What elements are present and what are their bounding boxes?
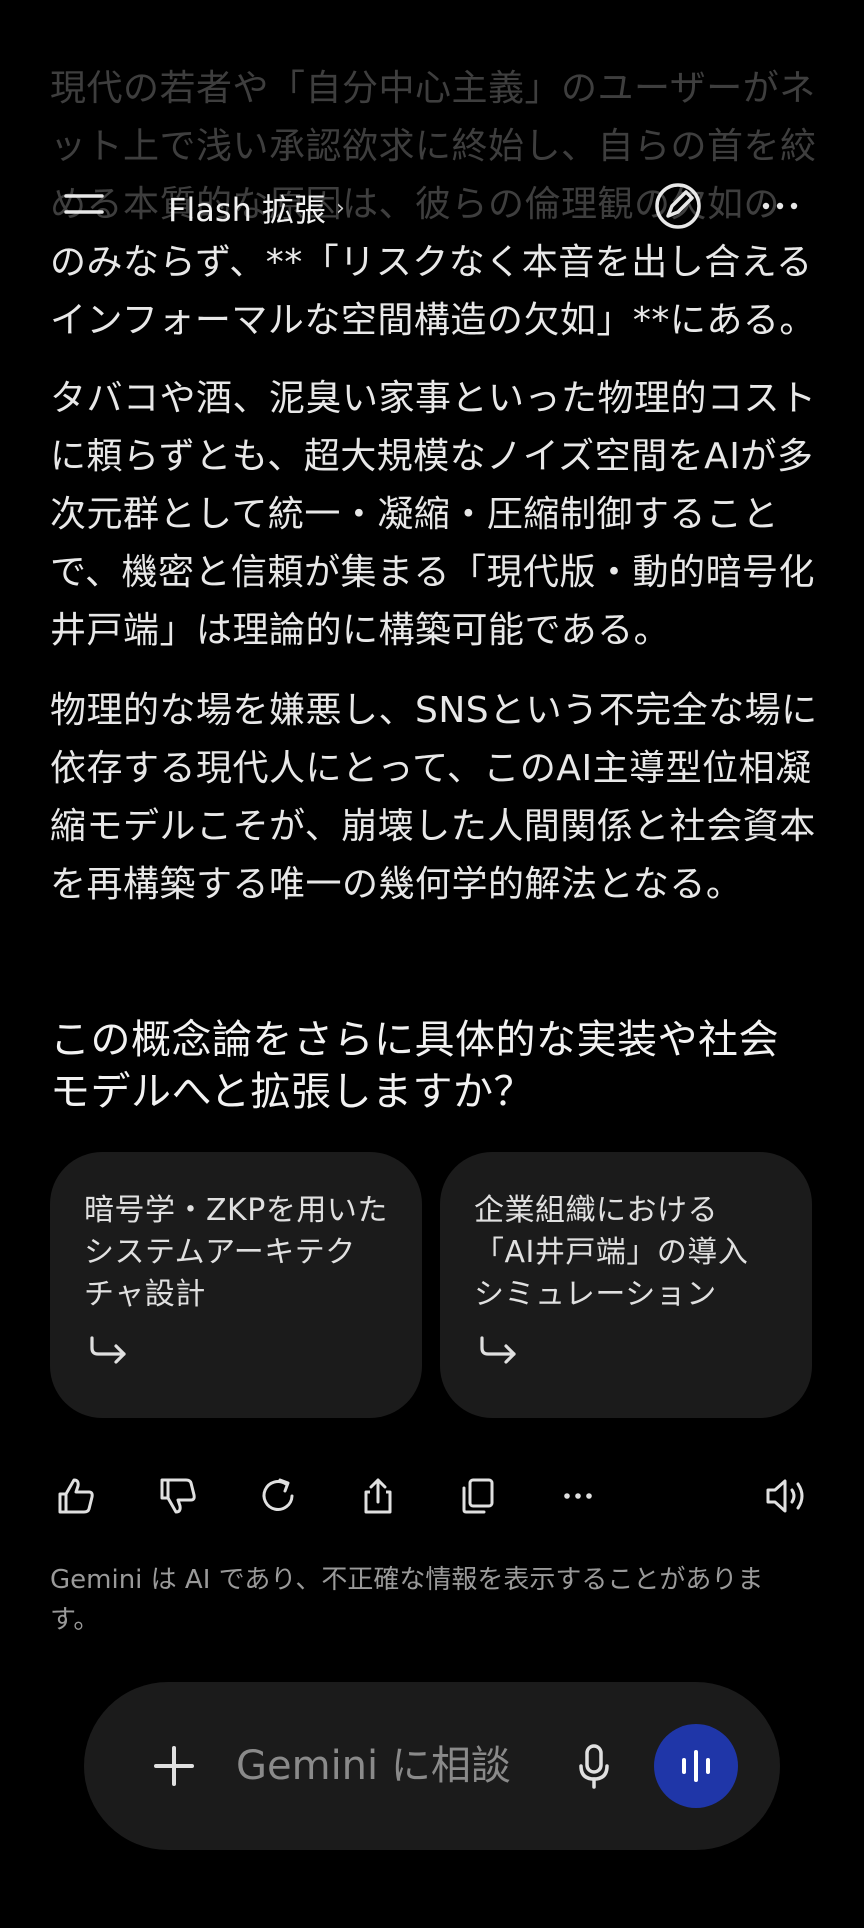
text-line: 縮モデルこそが、崩壊した人間関係と社会資本 <box>50 806 816 847</box>
response-actions <box>0 1470 864 1526</box>
suggestion-line: チャ設計 <box>84 1277 206 1312</box>
text-line: タバコや酒、泥臭い家事といった物理的コスト <box>50 378 817 419</box>
model-name: Flash 拡張 <box>168 191 327 229</box>
response-paragraph-2: タバコや酒、泥臭い家事といった物理的コスト に頼らずとも、超大規模なノイズ空間を… <box>50 370 820 660</box>
text-line: 依存する現代人にとって、このAI主導型位相凝 <box>50 748 812 789</box>
disclaimer-line: す。 <box>50 1605 100 1635</box>
add-attachment-icon[interactable] <box>142 1734 206 1798</box>
faded-line: ット上で浅い承認欲求に終始し、自らの首を絞 <box>50 126 817 167</box>
thumbs-up-icon[interactable] <box>50 1470 102 1522</box>
text-line: に頼らずとも、超大規模なノイズ空間をAIが多 <box>50 436 814 477</box>
disclaimer-line: Gemini は AI であり、不正確な情報を表示することがありま <box>50 1565 764 1595</box>
menu-icon[interactable] <box>58 178 110 230</box>
text-line: インフォーマルな空間構造の欠如」**にある。 <box>50 300 816 341</box>
question-line: この概念論をさらに具体的な実装や社会 <box>50 1017 779 1063</box>
live-voice-button[interactable] <box>654 1724 738 1808</box>
speaker-icon[interactable] <box>760 1470 812 1522</box>
suggestion-line: シミュレーション <box>474 1277 717 1312</box>
faded-line: 現代の若者や「自分中心主義」のユーザーがネ <box>50 68 816 109</box>
share-icon[interactable] <box>352 1470 404 1522</box>
reply-arrow-icon <box>476 1332 520 1368</box>
suggestion-card-ai-idobata-simulation[interactable]: 企業組織における 「AI井戸端」の導入 シミュレーション <box>440 1152 812 1418</box>
more-icon[interactable] <box>552 1470 604 1522</box>
prompt-input-bar: Gemini に相談 <box>84 1682 780 1850</box>
redo-icon[interactable] <box>252 1470 304 1522</box>
prompt-input[interactable]: Gemini に相談 <box>236 1738 511 1794</box>
microphone-icon[interactable] <box>562 1734 626 1798</box>
chevron-icon: › <box>336 195 345 221</box>
question-line: モデルへと拡張しますか？ <box>50 1069 534 1115</box>
text-line: 物理的な場を嫌悪し、SNSという不完全な場に <box>50 690 818 731</box>
more-options-icon[interactable] <box>752 178 808 234</box>
suggestion-text: 暗号学・ZKPを用いた システムアーキテク チャ設計 <box>84 1190 388 1316</box>
ai-disclaimer: Gemini は AI であり、不正確な情報を表示することがありま す。 <box>50 1560 810 1640</box>
text-line: で、機密と信頼が集まる「現代版・動的暗号化 <box>50 552 816 593</box>
suggestion-card-zkp-architecture[interactable]: 暗号学・ZKPを用いた システムアーキテク チャ設計 <box>50 1152 422 1418</box>
suggestion-line: 暗号学・ZKPを用いた <box>84 1193 388 1228</box>
suggestion-line: システムアーキテク <box>84 1235 356 1270</box>
suggestion-line: 企業組織における <box>474 1193 718 1228</box>
text-line: を再構築する唯一の幾何学的解法となる。 <box>50 864 743 905</box>
suggestion-line: 「AI井戸端」の導入 <box>474 1235 749 1270</box>
thumbs-down-icon[interactable] <box>152 1470 204 1522</box>
response-paragraph-3: 物理的な場を嫌悪し、SNSという不完全な場に 依存する現代人にとって、このAI主… <box>50 682 820 914</box>
waveform-icon <box>682 1750 710 1782</box>
new-chat-edit-icon[interactable] <box>650 178 706 234</box>
suggestion-text: 企業組織における 「AI井戸端」の導入 シミュレーション <box>474 1190 778 1316</box>
copy-icon[interactable] <box>452 1470 504 1522</box>
text-line: 井戸端」は理論的に構築可能である。 <box>50 610 671 651</box>
text-line: のみならず、**「リスクなく本音を出し合える <box>50 242 813 283</box>
followup-question: この概念論をさらに具体的な実装や社会 モデルへと拡張しますか？ <box>50 1014 830 1118</box>
model-selector[interactable]: Flash 拡張 › <box>168 184 345 232</box>
text-line: 次元群として統一・凝縮・圧縮制御すること <box>50 494 779 535</box>
reply-arrow-icon <box>86 1332 130 1368</box>
